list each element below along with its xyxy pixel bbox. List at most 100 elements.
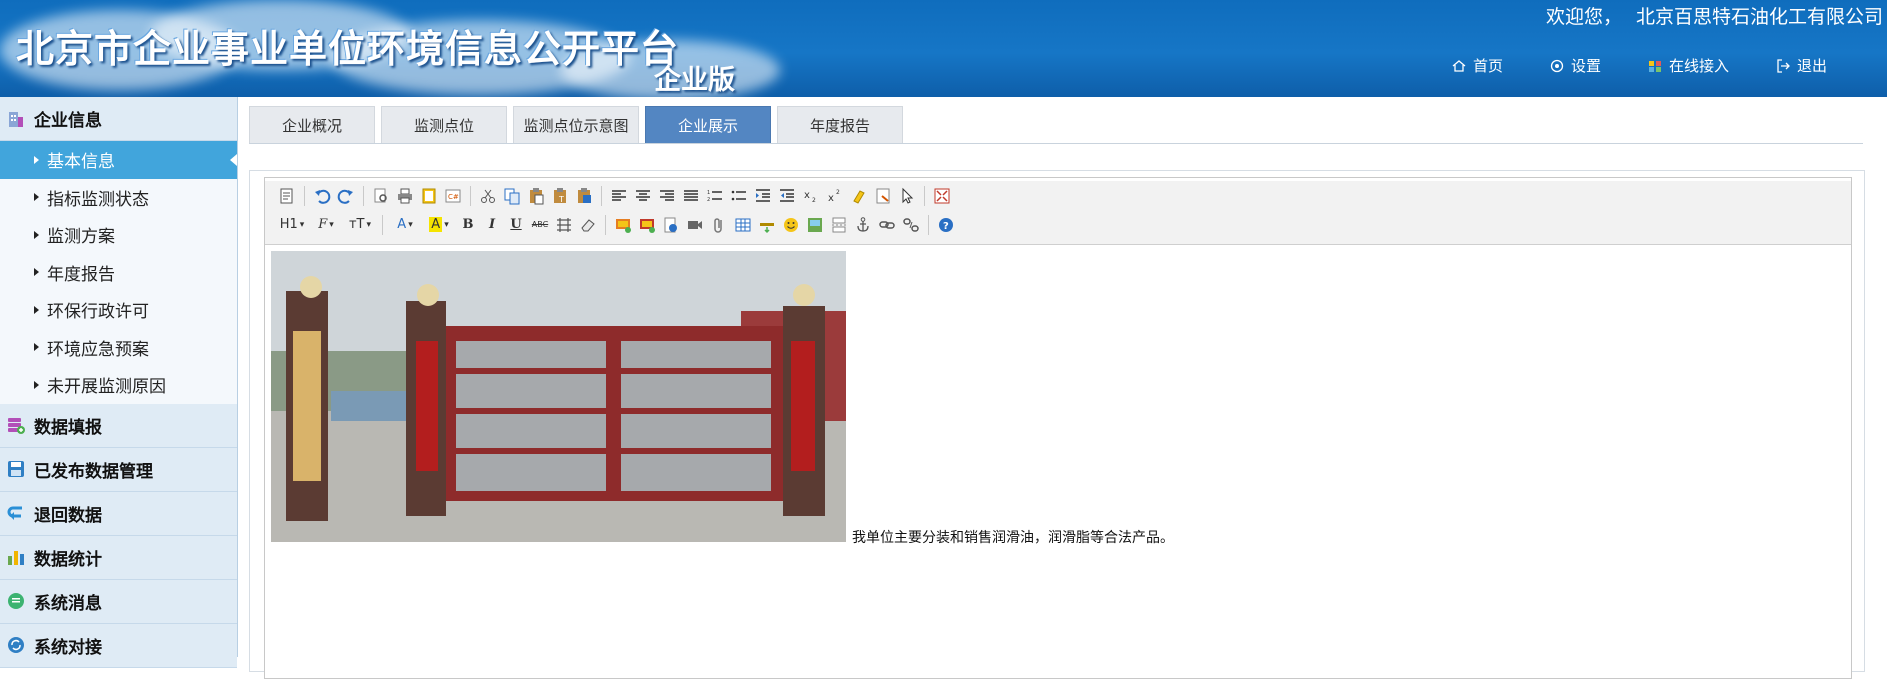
highlight-icon: A <box>429 217 443 232</box>
tab-monitoring-map[interactable]: 监测点位示意图 <box>513 106 639 144</box>
code-icon[interactable]: C# <box>441 184 465 208</box>
chevron-down-icon: ▾ <box>329 219 334 230</box>
align-center-icon[interactable] <box>631 184 655 208</box>
nav-settings[interactable]: 设置 <box>1549 55 1601 76</box>
fullscreen-icon[interactable] <box>930 184 954 208</box>
svg-text:?: ? <box>943 221 949 232</box>
unlink-icon[interactable] <box>899 213 923 237</box>
paste-icon[interactable] <box>524 184 548 208</box>
undo-icon[interactable] <box>310 184 334 208</box>
message-icon <box>8 593 24 609</box>
cursor-icon[interactable] <box>895 184 919 208</box>
svg-text:1: 1 <box>707 190 710 196</box>
triangle-right-icon <box>34 305 39 314</box>
editor-content[interactable]: 我单位主要分装和销售润滑油，润滑脂等合法产品。 <box>265 245 1851 665</box>
source-icon[interactable] <box>275 184 299 208</box>
company-gate-photo <box>271 251 846 542</box>
italic-icon[interactable]: I <box>480 213 504 237</box>
attachment-icon[interactable] <box>707 213 731 237</box>
nav-home[interactable]: 首页 <box>1451 55 1503 76</box>
align-right-icon[interactable] <box>655 184 679 208</box>
ordered-list-icon[interactable]: 12 <box>703 184 727 208</box>
outdent-icon[interactable] <box>775 184 799 208</box>
sidebar-group-statistics[interactable]: 数据统计 <box>0 535 237 580</box>
nav-logout[interactable]: 退出 <box>1775 55 1827 76</box>
superscript-icon[interactable]: x2 <box>823 184 847 208</box>
emoticon-icon[interactable] <box>779 213 803 237</box>
sidebar-group-enterprise-info[interactable]: 企业信息 <box>0 97 237 141</box>
font-family-dropdown[interactable]: F ▾ <box>309 213 343 237</box>
paste-word-icon[interactable] <box>572 184 596 208</box>
tab-annual-report[interactable]: 年度报告 <box>777 106 903 144</box>
preview-icon[interactable] <box>369 184 393 208</box>
company-name: 北京百思特石油化工有限公司 <box>1635 6 1883 28</box>
sync-icon <box>8 637 24 653</box>
strikethrough-icon[interactable]: ABC <box>528 213 552 237</box>
underline-icon[interactable]: U <box>504 213 528 237</box>
sidebar-group-system-messages[interactable]: 系统消息 <box>0 579 237 624</box>
sidebar-item-unmonitored-reason[interactable]: 未开展监测原因 <box>0 366 237 404</box>
tab-company-overview[interactable]: 企业概况 <box>249 106 375 144</box>
nav-online-access[interactable]: 在线接入 <box>1647 55 1729 76</box>
align-left-icon[interactable] <box>607 184 631 208</box>
sidebar-item-indicator-status[interactable]: 指标监测状态 <box>0 178 237 216</box>
template-icon[interactable] <box>417 184 441 208</box>
sidebar-group-returned-data[interactable]: 退回数据 <box>0 491 237 536</box>
paste-text-icon[interactable]: T <box>548 184 572 208</box>
bold-icon[interactable]: B <box>456 213 480 237</box>
tab-bar: 企业概况 监测点位 监测点位示意图 企业展示 年度报告 <box>249 106 903 144</box>
indent-icon[interactable] <box>751 184 775 208</box>
horizontal-rule-icon[interactable] <box>755 213 779 237</box>
print-icon[interactable] <box>393 184 417 208</box>
sidebar-group-published-data[interactable]: 已发布数据管理 <box>0 447 237 492</box>
map-icon[interactable] <box>803 213 827 237</box>
page-break-icon[interactable] <box>827 213 851 237</box>
tab-monitoring-points[interactable]: 监测点位 <box>381 106 507 144</box>
top-navigation: 首页 设置 在线接入 退出 <box>1451 55 1827 76</box>
toolbar-separator <box>605 214 606 235</box>
unordered-list-icon[interactable] <box>727 184 751 208</box>
chevron-down-icon: ▾ <box>299 219 305 230</box>
select-all-icon[interactable] <box>871 184 895 208</box>
sidebar-item-monitoring-plan[interactable]: 监测方案 <box>0 216 237 254</box>
sidebar-item-emergency-plan[interactable]: 环境应急预案 <box>0 328 237 366</box>
sidebar-item-label: 监测方案 <box>47 227 115 248</box>
sidebar-item-env-permit[interactable]: 环保行政许可 <box>0 291 237 329</box>
sidebar-item-label: 未开展监测原因 <box>47 377 166 398</box>
eraser-icon[interactable] <box>576 213 600 237</box>
sidebar-group-system-integration[interactable]: 系统对接 <box>0 623 237 668</box>
link-icon[interactable] <box>875 213 899 237</box>
chevron-down-icon: ▾ <box>366 219 372 230</box>
flash-icon[interactable] <box>659 213 683 237</box>
multi-image-icon[interactable] <box>635 213 659 237</box>
video-icon[interactable] <box>683 213 707 237</box>
sidebar-group-label: 已发布数据管理 <box>34 461 153 482</box>
toolbar-separator <box>924 185 925 206</box>
line-height-icon[interactable] <box>552 213 576 237</box>
highlight-dropdown[interactable]: A ▾ <box>422 213 456 237</box>
chevron-down-icon: ▾ <box>408 219 413 230</box>
site-title: 北京市企业事业单位环境信息公开平台 <box>16 26 680 71</box>
anchor-icon[interactable] <box>851 213 875 237</box>
subscript-icon[interactable]: x2 <box>799 184 823 208</box>
justify-icon[interactable] <box>679 184 703 208</box>
table-icon[interactable] <box>731 213 755 237</box>
svg-text:2: 2 <box>836 189 840 196</box>
image-icon[interactable] <box>611 213 635 237</box>
cut-icon[interactable] <box>476 184 500 208</box>
tab-company-showcase[interactable]: 企业展示 <box>645 106 771 144</box>
sidebar-item-basic-info[interactable]: 基本信息 <box>0 141 237 179</box>
company-description: 我单位主要分装和销售润滑油，润滑脂等合法产品。 <box>852 530 1174 546</box>
help-icon[interactable]: ? <box>934 213 958 237</box>
sidebar-group-data-entry[interactable]: 数据填报 <box>0 403 237 448</box>
clear-format-icon[interactable] <box>847 184 871 208</box>
copy-icon[interactable] <box>500 184 524 208</box>
font-color-dropdown[interactable]: A ▾ <box>388 213 422 237</box>
font-size-dropdown[interactable]: тT ▾ <box>343 213 377 237</box>
svg-text:C#: C# <box>448 193 459 201</box>
sidebar-item-annual-report[interactable]: 年度报告 <box>0 253 237 291</box>
svg-text:T: T <box>558 195 564 204</box>
redo-icon[interactable] <box>334 184 358 208</box>
welcome-text: 欢迎您， 北京百思特石油化工有限公司 <box>1546 2 1883 29</box>
heading-dropdown[interactable]: H1 ▾ <box>275 213 309 237</box>
